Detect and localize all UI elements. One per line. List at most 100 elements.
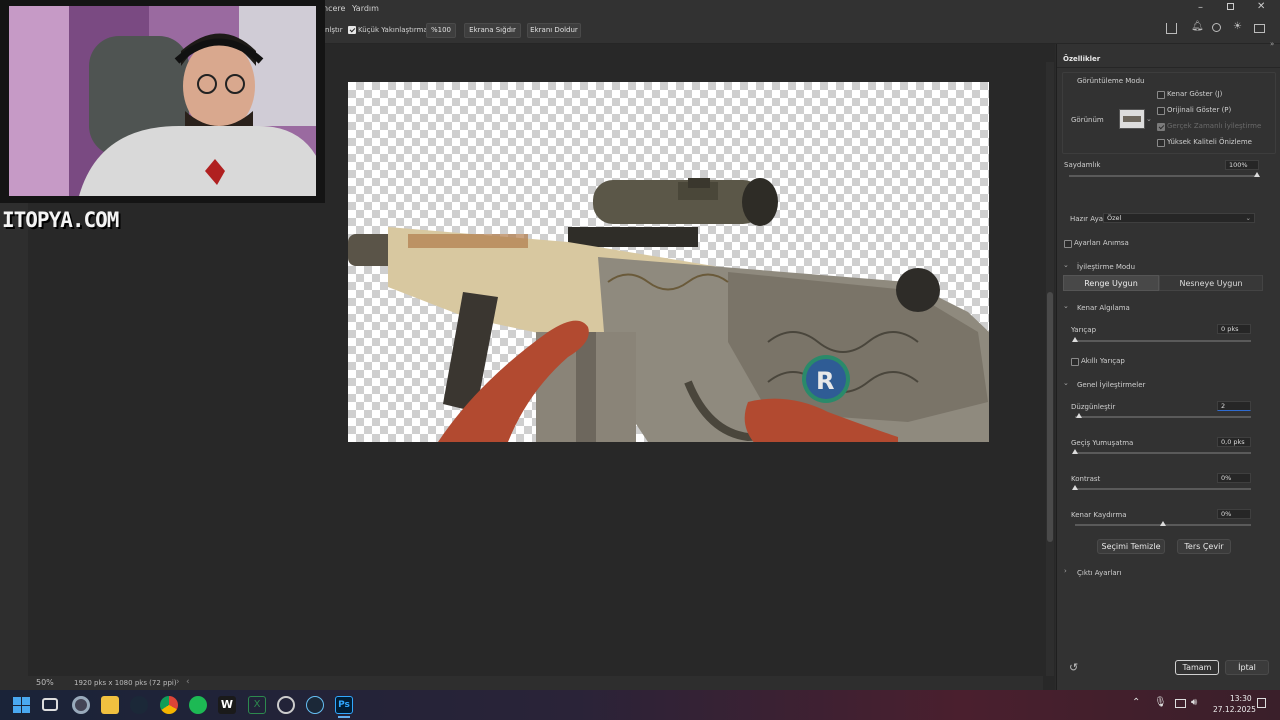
image-canvas[interactable]: R bbox=[348, 82, 989, 442]
microphone-icon[interactable]: 🎙︎ bbox=[1154, 697, 1167, 708]
zoom-level[interactable]: 50% bbox=[36, 678, 54, 687]
reset-icon[interactable]: ↺ bbox=[1069, 661, 1078, 674]
fill-screen-button[interactable]: Ekranı Doldur bbox=[527, 23, 581, 38]
chevron-up-icon[interactable]: ⌃ bbox=[1132, 697, 1140, 708]
radius-label: Yarıçap bbox=[1071, 326, 1097, 334]
smooth-label: Düzgünleştir bbox=[1071, 403, 1116, 411]
bell-icon[interactable]: 🔔︎ bbox=[1191, 21, 1204, 32]
notifications-icon[interactable] bbox=[1257, 698, 1266, 708]
watermark-logo: ITOPYA.COM bbox=[0, 206, 150, 236]
steam-icon[interactable] bbox=[130, 696, 148, 714]
restore-icon[interactable] bbox=[1227, 3, 1234, 10]
task-view-icon[interactable] bbox=[42, 698, 58, 711]
word-icon[interactable]: W bbox=[218, 696, 236, 714]
view-thumbnail[interactable] bbox=[1119, 109, 1145, 129]
spotify-icon[interactable] bbox=[189, 696, 207, 714]
windows-start-icon[interactable] bbox=[12, 696, 30, 714]
chevron-right-icon[interactable]: › bbox=[176, 677, 180, 687]
show-edge-label: Kenar Göster (J) bbox=[1167, 90, 1223, 98]
show-edge-checkbox[interactable] bbox=[1157, 91, 1165, 99]
volume-icon[interactable]: 🔊︎ bbox=[1191, 697, 1197, 708]
watermark-text: ITOPYA.COM bbox=[2, 208, 119, 232]
opacity-slider[interactable] bbox=[1069, 175, 1257, 177]
contrast-slider-thumb[interactable] bbox=[1072, 485, 1078, 490]
collapse-panel-icon[interactable]: » bbox=[1270, 40, 1274, 48]
shift-edge-label: Kenar Kaydırma bbox=[1071, 511, 1127, 519]
realtime-refine-label: Gerçek Zamanlı İyileştirme bbox=[1167, 122, 1262, 130]
chrome-icon[interactable] bbox=[160, 696, 178, 714]
minimize-icon[interactable]: – bbox=[1198, 2, 1203, 13]
expand-chevron-icon[interactable]: ⌄ bbox=[1063, 379, 1069, 387]
remember-settings-checkbox[interactable] bbox=[1064, 240, 1072, 248]
radius-slider[interactable] bbox=[1075, 340, 1251, 342]
hq-preview-checkbox[interactable] bbox=[1157, 139, 1165, 147]
feather-field[interactable]: 0,0 pks bbox=[1217, 437, 1251, 447]
settings-icon[interactable] bbox=[72, 696, 90, 714]
ok-button[interactable]: Tamam bbox=[1175, 660, 1219, 675]
network-icon[interactable] bbox=[1175, 699, 1186, 708]
smart-radius-checkbox[interactable] bbox=[1071, 358, 1079, 366]
menu-item-help[interactable]: Yardım bbox=[352, 4, 379, 13]
shift-edge-field[interactable]: 0% bbox=[1217, 509, 1251, 519]
taskbar-date[interactable]: 27.12.2025 bbox=[1213, 705, 1256, 714]
vscrollbar-thumb[interactable] bbox=[1047, 292, 1053, 542]
contrast-field[interactable]: 0% bbox=[1217, 473, 1251, 483]
edge-detection-heading: Kenar Algılama bbox=[1077, 304, 1130, 312]
chevron-left-icon[interactable]: ‹ bbox=[186, 677, 190, 687]
vertical-scrollbar[interactable] bbox=[1046, 62, 1054, 676]
zoom-100-button[interactable]: %100 bbox=[426, 23, 456, 38]
expand-chevron-icon[interactable]: ⌄ bbox=[1063, 261, 1069, 269]
show-original-label: Orijinali Göster (P) bbox=[1167, 106, 1232, 114]
opacity-field[interactable]: 100% bbox=[1225, 160, 1259, 170]
invert-button[interactable]: Ters Çevir bbox=[1177, 539, 1231, 554]
opacity-slider-thumb[interactable] bbox=[1254, 172, 1260, 177]
view-mode-heading: Görüntüleme Modu bbox=[1077, 77, 1145, 85]
expand-chevron-icon[interactable]: ⌄ bbox=[1063, 302, 1069, 310]
panel-header: Özellikler bbox=[1057, 52, 1280, 68]
radius-field[interactable]: 0 pks bbox=[1217, 324, 1251, 334]
steam-icon-2[interactable] bbox=[306, 696, 324, 714]
fit-screen-button[interactable]: Ekrana Sığdır bbox=[464, 23, 521, 38]
chevron-down-icon[interactable]: ⌄ bbox=[1146, 115, 1152, 123]
smooth-slider-thumb[interactable] bbox=[1075, 413, 1082, 418]
cancel-button[interactable]: İptal bbox=[1225, 660, 1269, 675]
active-app-indicator bbox=[338, 716, 350, 718]
file-explorer-icon[interactable] bbox=[101, 696, 119, 714]
radius-slider-thumb[interactable] bbox=[1072, 337, 1078, 342]
refine-mode-heading: İyileştirme Modu bbox=[1077, 263, 1136, 271]
feather-label: Geçiş Yumuşatma bbox=[1071, 439, 1134, 447]
small-zoom-checkbox[interactable] bbox=[348, 26, 356, 34]
excel-icon[interactable]: X bbox=[248, 696, 266, 714]
shift-edge-slider-thumb[interactable] bbox=[1160, 521, 1166, 526]
clear-selection-button[interactable]: Seçimi Temizle bbox=[1097, 539, 1165, 554]
panel-title: Özellikler bbox=[1063, 55, 1101, 63]
smooth-field[interactable]: 2 bbox=[1217, 401, 1251, 411]
global-refinements-heading: Genel İyileştirmeler bbox=[1077, 381, 1146, 389]
contrast-label: Kontrast bbox=[1071, 475, 1101, 483]
tab-object-aware[interactable]: Nesneye Uygun bbox=[1159, 275, 1263, 291]
hq-preview-label: Yüksek Kaliteli Önizleme bbox=[1167, 138, 1252, 146]
document-info[interactable]: 1920 pks x 1080 pks (72 ppi) bbox=[74, 679, 177, 687]
preset-value: Özel bbox=[1107, 214, 1122, 222]
feather-slider-thumb[interactable] bbox=[1072, 449, 1078, 454]
remember-settings-label: Ayarları Anımsa bbox=[1074, 239, 1129, 247]
close-icon[interactable]: ✕ bbox=[1257, 1, 1265, 12]
smooth-slider[interactable] bbox=[1075, 416, 1251, 418]
feather-slider[interactable] bbox=[1075, 452, 1251, 454]
properties-panel: Özellikler » Görüntüleme Modu Görünüm ⌄ … bbox=[1056, 40, 1280, 690]
contrast-slider[interactable] bbox=[1075, 488, 1251, 490]
circle-app-icon[interactable] bbox=[277, 696, 295, 714]
taskbar-time[interactable]: 13:30 bbox=[1230, 694, 1252, 703]
workspace-icon[interactable] bbox=[1254, 24, 1265, 33]
preset-select[interactable]: Özel ⌄ bbox=[1103, 213, 1255, 223]
photoshop-icon[interactable]: Ps bbox=[335, 696, 353, 714]
rifle-image: R bbox=[348, 178, 989, 442]
webcam-feed bbox=[9, 6, 316, 196]
chevron-right-icon[interactable]: › bbox=[1064, 567, 1067, 575]
share-icon[interactable] bbox=[1166, 23, 1177, 34]
menu-item-window[interactable]: ncere bbox=[323, 4, 345, 13]
show-original-checkbox[interactable] bbox=[1157, 107, 1165, 115]
search-icon[interactable] bbox=[1212, 23, 1221, 32]
tab-color-aware[interactable]: Renge Uygun bbox=[1063, 275, 1159, 291]
brightness-icon[interactable]: ☀ bbox=[1233, 21, 1242, 32]
